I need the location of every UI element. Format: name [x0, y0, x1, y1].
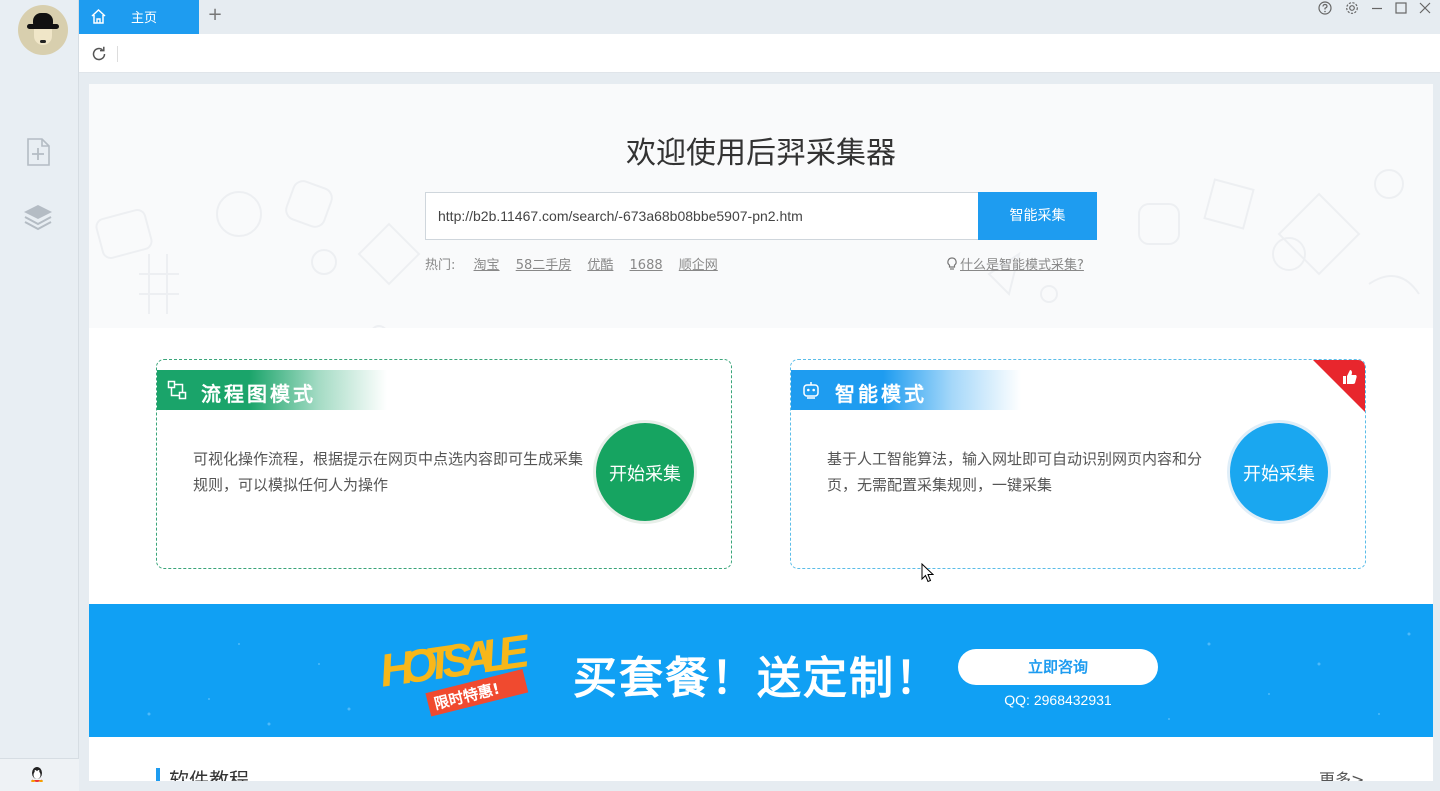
help-button[interactable]	[1318, 0, 1336, 16]
hot-link-1688[interactable]: 1688	[630, 258, 663, 273]
qq-penguin-icon[interactable]	[30, 766, 44, 782]
mouse-cursor	[921, 563, 934, 583]
help-smart-mode-link[interactable]: 什么是智能模式采集?	[946, 254, 1084, 273]
left-rail	[0, 0, 79, 791]
promo-banner[interactable]: HOTSALE 限时特惠! 买套餐！送定制！ 立即咨询 QQ: 29684329…	[89, 604, 1433, 737]
hero-section: 欢迎使用后羿采集器 智能采集 热门: 淘宝 58二手房 优酷 1688 顺企网 …	[89, 84, 1433, 328]
tutorial-accent-bar	[156, 768, 160, 781]
minimize-icon	[1372, 7, 1382, 10]
smart-mode-title: 智能模式	[835, 382, 927, 406]
url-input[interactable]	[425, 192, 978, 240]
robot-icon	[803, 382, 819, 399]
home-page: 欢迎使用后羿采集器 智能采集 热门: 淘宝 58二手房 优酷 1688 顺企网 …	[89, 84, 1433, 781]
tutorial-more-link[interactable]: 更多>	[1319, 766, 1364, 781]
layers-icon[interactable]	[22, 202, 54, 234]
rail-footer	[0, 758, 79, 791]
smart-collect-button[interactable]: 智能采集	[978, 192, 1097, 240]
tutorial-section-title: 软件教程	[169, 768, 249, 781]
refresh-icon[interactable]	[90, 45, 108, 63]
smart-mode-description: 基于人工智能算法，输入网址即可自动识别网页内容和分页，无需配置采集规则，一键采集	[827, 450, 1203, 494]
new-tab-button[interactable]: +	[204, 4, 226, 26]
flowchart-mode-card[interactable]: 流程图模式 可视化操作流程，根据提示在网页中点选内容即可生成采集规则，可以模拟任…	[156, 359, 732, 569]
flowchart-mode-title: 流程图模式	[201, 382, 316, 406]
maximize-icon	[1395, 2, 1407, 14]
settings-icon	[1346, 2, 1358, 14]
flow-icon	[167, 380, 187, 400]
smart-mode-card[interactable]: 智能模式 基于人工智能算法，输入网址即可自动识别网页内容和分页，无需配置采集规则…	[790, 359, 1366, 569]
new-task-icon[interactable]	[22, 136, 54, 168]
promo-headline: 买套餐！送定制！	[573, 653, 941, 704]
hotsale-logo: HOTSALE 限时特惠!	[377, 624, 533, 717]
flowchart-mode-description: 可视化操作流程，根据提示在网页中点选内容即可生成采集规则，可以模拟任何人为操作	[193, 450, 584, 494]
hot-link-youku[interactable]: 优酷	[587, 258, 613, 273]
hot-label: 热门:	[425, 258, 456, 273]
tab-home[interactable]: 主页	[79, 0, 199, 34]
smart-mode-header: 智能模式	[791, 370, 1021, 410]
flowchart-mode-header: 流程图模式	[157, 370, 387, 410]
address-toolbar	[79, 34, 1440, 73]
help-icon	[1318, 1, 1332, 15]
user-avatar[interactable]	[18, 5, 68, 55]
page-title: 欢迎使用后羿采集器	[626, 136, 896, 171]
bulb-icon	[947, 257, 957, 270]
hot-link-58[interactable]: 58二手房	[516, 258, 572, 273]
smart-start-button[interactable]: 开始采集	[1227, 420, 1331, 524]
minimize-button[interactable]	[1370, 0, 1388, 16]
home-icon	[91, 8, 106, 24]
settings-button[interactable]	[1345, 0, 1363, 16]
maximize-button[interactable]	[1394, 0, 1412, 16]
hot-link-taobao[interactable]: 淘宝	[474, 258, 500, 273]
flowchart-start-button[interactable]: 开始采集	[593, 420, 697, 524]
recommended-corner-badge	[1313, 360, 1365, 412]
close-button[interactable]	[1418, 0, 1436, 16]
tab-home-label: 主页	[131, 11, 158, 26]
hot-links-row: 热门: 淘宝 58二手房 优酷 1688 顺企网	[425, 254, 730, 273]
help-smart-mode-label: 什么是智能模式采集?	[960, 258, 1084, 273]
consult-now-button[interactable]: 立即咨询	[958, 649, 1158, 685]
tab-bar: 主页 +	[79, 0, 1440, 34]
qq-contact: QQ: 2968432931	[1004, 692, 1112, 708]
toolbar-divider	[117, 46, 118, 62]
close-icon	[1419, 2, 1431, 14]
hot-link-shunqi[interactable]: 顺企网	[679, 258, 718, 273]
